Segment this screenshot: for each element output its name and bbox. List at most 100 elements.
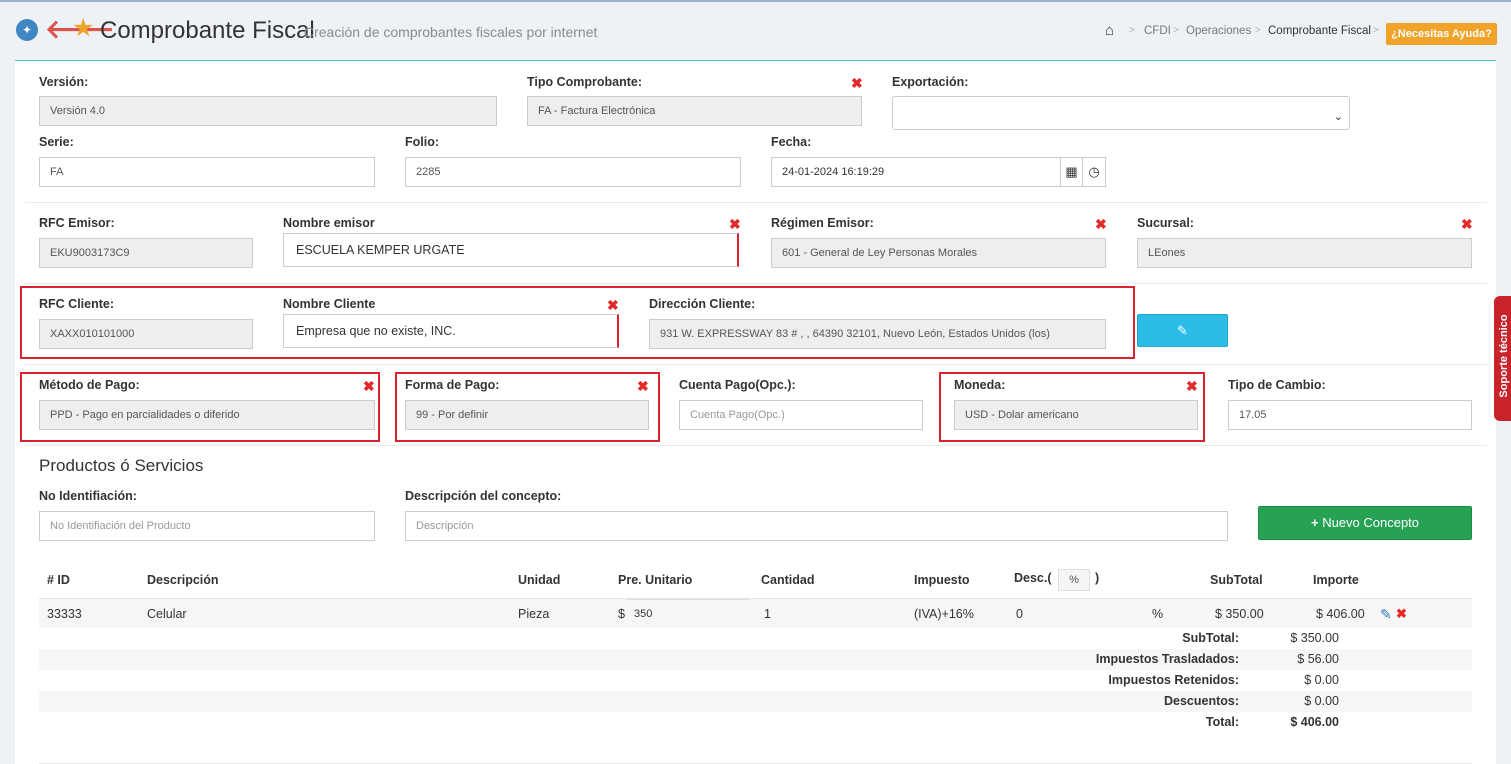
nuevo-concepto-label: Nuevo Concepto xyxy=(1322,515,1420,530)
rfc-cliente-field: XAXX010101000 xyxy=(39,319,253,349)
col-header-desc: Desc.( xyxy=(1014,571,1052,585)
form-panel: Versión: Versión 4.0 Tipo Comprobante: ✖… xyxy=(15,60,1496,764)
star-icon[interactable]: ★ xyxy=(72,14,94,42)
total-value: $ 406.00 xyxy=(1290,715,1339,729)
rfc-emisor-label: RFC Emisor: xyxy=(39,216,115,230)
divider xyxy=(25,445,1487,446)
forma-pago-label: Forma de Pago: xyxy=(405,378,500,392)
chevron-down-icon: ⌄ xyxy=(1333,111,1343,123)
clear-sucursal-icon[interactable]: ✖ xyxy=(1461,217,1473,231)
descuentos-value: $ 0.00 xyxy=(1304,694,1339,708)
divider xyxy=(25,202,1487,203)
breadcrumb-comprobante: Comprobante Fiscal xyxy=(1268,25,1371,37)
nombre-emisor-input[interactable]: ESCUELA KEMPER URGATE xyxy=(283,233,739,267)
moneda-field: USD - Dolar americano xyxy=(954,400,1198,430)
home-icon[interactable]: ⌂ xyxy=(1105,22,1114,39)
nuevo-concepto-button[interactable]: + Nuevo Concepto xyxy=(1258,506,1472,540)
clear-moneda-icon[interactable]: ✖ xyxy=(1186,379,1198,393)
soporte-tecnico-label: Soporte técnico xyxy=(1498,314,1510,398)
col-header-impuesto: Impuesto xyxy=(914,573,970,587)
impuestos-retenidos-label: Impuestos Retenidos: xyxy=(1108,673,1239,687)
tipo-comprobante-label: Tipo Comprobante: xyxy=(527,75,643,89)
regimen-emisor-label: Régimen Emisor: xyxy=(771,216,874,230)
row-subtotal: $ 350.00 xyxy=(1215,607,1264,621)
col-header-subtotal: SubTotal xyxy=(1210,573,1263,587)
rfc-cliente-label: RFC Cliente: xyxy=(39,297,114,311)
row-unidad: Pieza xyxy=(518,607,550,621)
breadcrumb-cfdi[interactable]: CFDI xyxy=(1144,25,1171,37)
impuestos-trasladados-value: $ 56.00 xyxy=(1297,652,1339,666)
col-header-importe: Importe xyxy=(1313,573,1359,587)
cuenta-pago-input[interactable]: Cuenta Pago(Opc.) xyxy=(679,400,923,430)
tipo-cambio-label: Tipo de Cambio: xyxy=(1228,378,1326,392)
clear-forma-pago-icon[interactable]: ✖ xyxy=(637,379,649,393)
clear-tipo-comprobante-icon[interactable]: ✖ xyxy=(851,76,863,90)
page-subtitle: Creación de comprobantes fiscales por in… xyxy=(304,24,598,40)
page-header: ✦ 🡐 ★ Comprobante Fiscal Creación de com… xyxy=(0,2,1511,60)
totals-row: Total: $ 406.00 xyxy=(39,712,1472,733)
descripcion-concepto-label: Descripción del concepto: xyxy=(405,489,562,503)
col-header-unidad: Unidad xyxy=(518,573,561,587)
descuentos-label: Descuentos: xyxy=(1163,694,1239,708)
row-cantidad[interactable]: 1 xyxy=(764,599,771,629)
row-currency: $ xyxy=(618,607,625,621)
col-header-pre-unitario: Pre. Unitario xyxy=(618,573,693,587)
totals-row: SubTotal: $ 350.00 xyxy=(39,628,1472,649)
edit-row-icon[interactable]: ✎ xyxy=(1380,599,1392,629)
plus-icon: + xyxy=(1310,515,1319,530)
sucursal-field: LEones xyxy=(1137,238,1472,268)
metodo-pago-field: PPD - Pago en parcialidades o diferido xyxy=(39,400,375,430)
cuenta-pago-label: Cuenta Pago(Opc.): xyxy=(679,378,796,392)
fecha-input[interactable]: 24-01-2024 16:19:29 xyxy=(771,157,1061,187)
delete-row-icon[interactable]: ✖ xyxy=(1396,599,1407,629)
row-id: 33333 xyxy=(47,607,82,621)
nombre-emisor-label: Nombre emisor xyxy=(283,216,375,230)
clear-metodo-pago-icon[interactable]: ✖ xyxy=(363,379,375,393)
desc-percent-toggle[interactable]: % xyxy=(1058,569,1090,591)
page-title: Comprobante Fiscal xyxy=(100,17,315,44)
no-identificacion-input[interactable]: No Identifiación del Producto xyxy=(39,511,375,541)
descripcion-concepto-input[interactable]: Descripción xyxy=(405,511,1228,541)
col-header-desc-close: ) xyxy=(1095,571,1100,585)
version-field: Versión 4.0 xyxy=(39,96,497,126)
impuestos-trasladados-label: Impuestos Trasladados: xyxy=(1095,652,1239,666)
row-desc[interactable]: 0 xyxy=(1016,599,1023,629)
clear-regimen-emisor-icon[interactable]: ✖ xyxy=(1095,217,1107,231)
divider xyxy=(25,364,1487,365)
impuestos-retenidos-value: $ 0.00 xyxy=(1304,673,1339,687)
serie-input[interactable]: FA xyxy=(39,157,375,187)
calendar-icon[interactable]: ▦ xyxy=(1060,157,1083,187)
folio-input[interactable]: 2285 xyxy=(405,157,741,187)
total-label: Total: xyxy=(1205,715,1239,729)
nombre-cliente-label: Nombre Cliente xyxy=(283,297,376,311)
tipo-comprobante-field: FA - Factura Electrónica xyxy=(527,96,862,126)
serie-label: Serie: xyxy=(39,135,74,149)
clock-icon[interactable]: ◷ xyxy=(1082,157,1106,187)
row-pre-unitario-input[interactable]: 350 xyxy=(626,599,750,627)
row-desc-pct: % xyxy=(1152,607,1164,621)
exportacion-label: Exportación: xyxy=(892,75,969,89)
soporte-tecnico-tab[interactable]: Soporte técnico xyxy=(1494,296,1511,421)
totals-row: Impuestos Retenidos: $ 0.00 xyxy=(39,670,1472,691)
breadcrumb-separator: > xyxy=(1255,25,1261,36)
pin-icon[interactable]: ✦ xyxy=(16,19,38,41)
clear-nombre-emisor-icon[interactable]: ✖ xyxy=(729,217,741,231)
direccion-cliente-field: 931 W. EXPRESSWAY 83 # , , 64390 32101, … xyxy=(649,319,1106,349)
clear-nombre-cliente-icon[interactable]: ✖ xyxy=(607,298,619,312)
direccion-cliente-label: Dirección Cliente: xyxy=(649,297,756,311)
subtotal-label: SubTotal: xyxy=(1182,631,1239,645)
row-descripcion: Celular xyxy=(147,607,187,621)
folio-label: Folio: xyxy=(405,135,440,149)
breadcrumb-separator: > xyxy=(1173,25,1179,36)
breadcrumb-operaciones[interactable]: Operaciones xyxy=(1186,25,1251,37)
version-label: Versión: xyxy=(39,75,89,89)
nombre-cliente-input[interactable]: Empresa que no existe, INC. xyxy=(283,314,619,348)
row-importe: $ 406.00 xyxy=(1316,607,1365,621)
exportacion-select[interactable]: ⌄ xyxy=(892,96,1350,130)
help-button[interactable]: ¿Necesitas Ayuda? xyxy=(1386,23,1497,45)
moneda-label: Moneda: xyxy=(954,378,1006,392)
edit-cliente-button[interactable]: ✎ xyxy=(1137,314,1228,347)
tipo-cambio-input[interactable]: 17.05 xyxy=(1228,400,1472,430)
col-header-id: # ID xyxy=(47,573,70,587)
productos-section-title: Productos ó Servicios xyxy=(39,456,204,475)
